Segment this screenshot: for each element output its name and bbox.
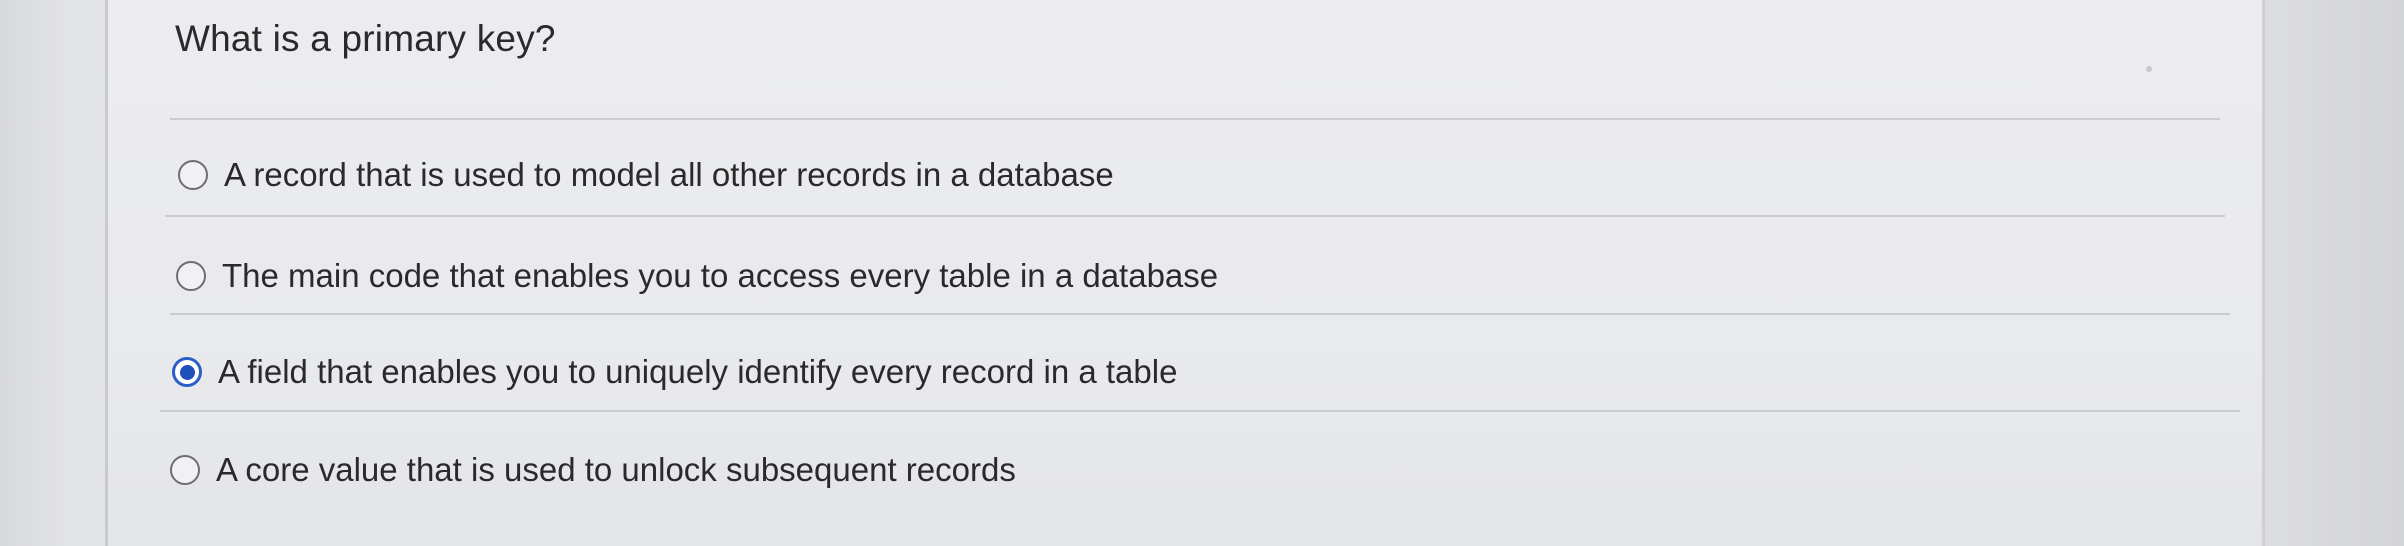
answer-option-2-label[interactable]: The main code that enables you to access… <box>222 257 1218 295</box>
decorative-speck <box>2146 66 2152 72</box>
question-text: What is a primary key? <box>175 18 556 59</box>
radio-button-option-2[interactable] <box>176 261 206 291</box>
answer-option-2[interactable]: The main code that enables you to access… <box>176 251 1218 301</box>
answer-option-1[interactable]: A record that is used to model all other… <box>178 150 1114 200</box>
radio-button-option-4[interactable] <box>170 455 200 485</box>
option-divider-1 <box>165 215 2225 217</box>
option-divider-2 <box>170 313 2230 315</box>
answer-option-3-label[interactable]: A field that enables you to uniquely ide… <box>218 353 1177 391</box>
option-divider-3 <box>160 410 2240 412</box>
answer-option-4-label[interactable]: A core value that is used to unlock subs… <box>216 451 1016 489</box>
question-divider <box>170 118 2220 120</box>
answer-option-4[interactable]: A core value that is used to unlock subs… <box>170 445 1016 495</box>
radio-button-option-3-selected[interactable] <box>172 357 202 387</box>
answer-option-3[interactable]: A field that enables you to uniquely ide… <box>172 347 1177 397</box>
answer-option-1-label[interactable]: A record that is used to model all other… <box>224 156 1114 194</box>
radio-button-option-1[interactable] <box>178 160 208 190</box>
